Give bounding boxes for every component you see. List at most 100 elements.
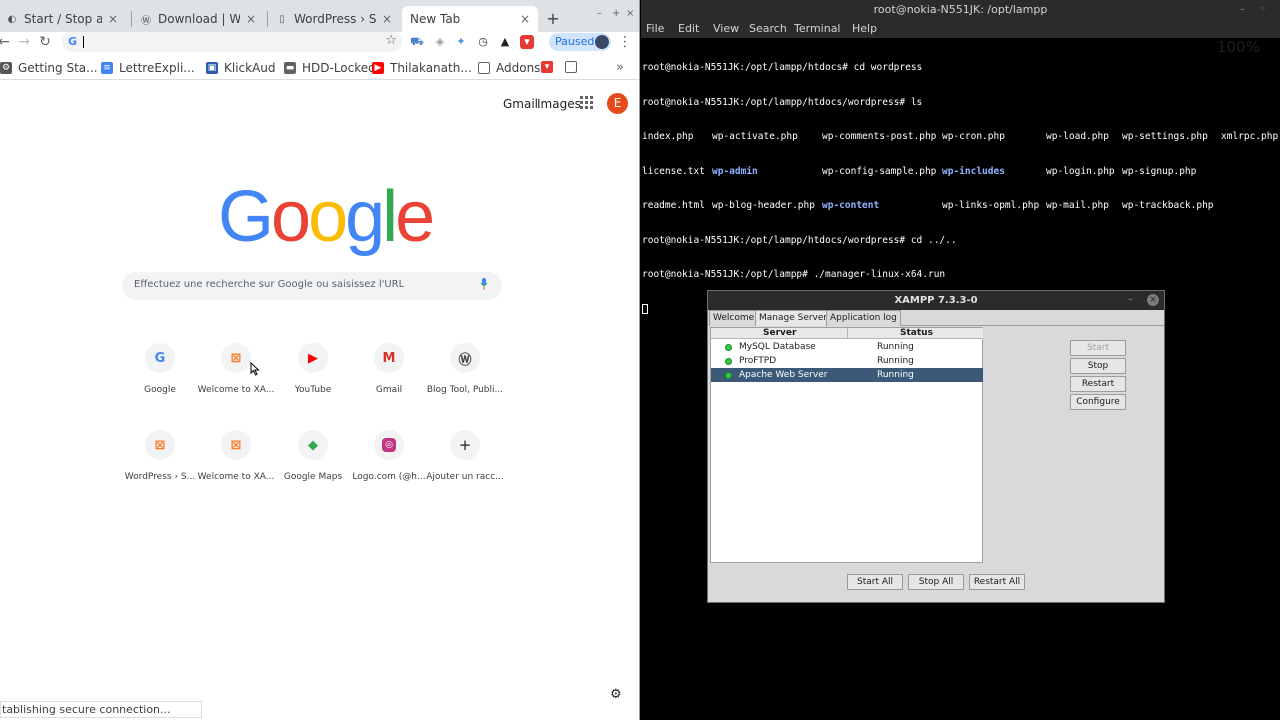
search-input[interactable]: Effectuez une recherche sur Google ou sa… (122, 272, 502, 300)
shortcut-welcome-xampp[interactable]: ⊠ Welcome to XA... (196, 337, 276, 417)
youtube-icon: ▶ (298, 343, 328, 373)
server-row-mysql[interactable]: MySQL Database Running (711, 340, 983, 354)
minimize-icon[interactable]: – (597, 8, 602, 19)
servers-table: Server Status MySQL Database Running Pro… (710, 327, 983, 563)
minimize-icon[interactable]: – (1128, 294, 1133, 305)
extension-clock-icon[interactable]: ◷ (476, 35, 490, 49)
back-arrow-icon[interactable]: ← (0, 34, 12, 50)
start-button[interactable]: Start (1070, 340, 1126, 356)
shortcut-logo-com[interactable]: ◎ Logo.com (@h... (349, 424, 429, 504)
stop-button[interactable]: Stop (1070, 358, 1126, 374)
pocket-icon: ▾ (541, 61, 553, 73)
reload-icon[interactable]: ↻ (37, 34, 53, 50)
add-shortcut-button[interactable]: + Ajouter un racc... (425, 424, 505, 504)
shortcut-google-maps[interactable]: ◆ Google Maps (273, 424, 353, 504)
extension-pocket-icon[interactable]: ▾ (520, 35, 534, 49)
extension-puzzle-icon[interactable]: ✦ (454, 35, 468, 49)
profile-avatar-icon (595, 35, 609, 49)
gmail-link[interactable]: Gmail (503, 97, 538, 111)
page-icon (478, 62, 490, 74)
menu-edit[interactable]: Edit (678, 22, 699, 35)
restart-all-button[interactable]: Restart All (969, 574, 1025, 590)
menu-view[interactable]: View (713, 22, 739, 35)
restart-button[interactable]: Restart (1070, 376, 1126, 392)
close-tab-icon[interactable]: × (380, 12, 394, 26)
close-tab-icon[interactable]: × (106, 12, 120, 26)
bookmark-getting-started[interactable]: ⚙ Getting Sta... (0, 61, 98, 75)
shortcut-google[interactable]: G Google (120, 337, 200, 417)
bookmark-thilakanath[interactable]: ▶ Thilakanath... (372, 61, 472, 75)
close-tab-icon[interactable]: × (244, 12, 258, 26)
account-avatar[interactable]: E (607, 93, 628, 114)
server-name: Apache Web Server (739, 370, 828, 380)
shortcut-gmail[interactable]: M Gmail (349, 337, 429, 417)
terminal-title: root@nokia-N551JK: /opt/lampp (641, 0, 1280, 20)
profile-paused-button[interactable]: Paused (549, 33, 611, 51)
server-row-apache[interactable]: Apache Web Server Running (711, 368, 983, 382)
tab-download-wordpress[interactable]: Ⓦ Download | Word × (134, 6, 264, 32)
mouse-cursor-icon (250, 362, 260, 376)
shortcut-blog-tool[interactable]: Ⓦ Blog Tool, Publi... (425, 337, 505, 417)
ls-entry: readme.html (642, 200, 705, 211)
ls-entry: wp-login.php (1046, 165, 1115, 177)
extension-cart-icon[interactable]: ⛟ (410, 35, 424, 49)
bookmark-label: Thilakanath... (390, 61, 472, 75)
extension-shield-icon[interactable]: ◈ (433, 35, 447, 49)
bookmark-lettre-explicative[interactable]: ≡ LettreExpli... (101, 61, 195, 75)
menu-kebab-icon[interactable]: ⋮ (618, 34, 632, 50)
forward-arrow-icon[interactable]: → (16, 34, 32, 50)
new-tab-button[interactable]: + (545, 9, 561, 28)
xampp-favicon-icon: ◐ (7, 13, 17, 25)
tab-application-log[interactable]: Application log (826, 310, 901, 326)
shortcut-wordpress-setup[interactable]: ⊠ WordPress › S... (120, 424, 200, 504)
tab-separator (267, 11, 268, 27)
menu-terminal[interactable]: Terminal (794, 22, 841, 35)
terminal-line: root@nokia-N551JK:/opt/lampp# ./manager-… (642, 269, 946, 280)
minimize-icon[interactable]: – (1240, 4, 1245, 15)
close-window-icon[interactable]: × (626, 8, 634, 19)
gear-icon[interactable]: ⚙ (610, 687, 622, 702)
maximize-icon[interactable]: ◦ (1260, 4, 1266, 15)
microphone-icon[interactable] (480, 278, 488, 290)
bookmark-pocket[interactable]: ▾ (541, 61, 559, 73)
extension-hat-icon[interactable]: ▲ (498, 35, 512, 49)
tab-new-tab[interactable]: New Tab × (402, 6, 538, 32)
bookmark-hdd-locked[interactable]: ▬ HDD-Locked (284, 61, 376, 75)
ls-entry: wp-cron.php (942, 131, 1005, 142)
maps-pin-icon: ◆ (298, 430, 328, 460)
shortcut-welcome-xampp-2[interactable]: ⊠ Welcome to XA... (196, 424, 276, 504)
ls-dir-entry: wp-admin (712, 165, 758, 177)
bookmark-klickaud[interactable]: ▣ KlickAud (206, 61, 276, 75)
gear-icon: ⚙ (0, 62, 12, 74)
maximize-icon[interactable]: + (612, 8, 620, 19)
bookmark-label: HDD-Locked (302, 61, 376, 75)
address-bar[interactable]: G ☆ (62, 32, 402, 52)
ls-entry: wp-links-opml.php (942, 200, 1040, 211)
menu-help[interactable]: Help (852, 22, 877, 35)
tab-xampp-start-stop[interactable]: ◐ Start / Stop an × (0, 6, 126, 32)
tab-welcome[interactable]: Welcome (709, 310, 759, 326)
page-icon (565, 61, 577, 73)
close-tab-icon[interactable]: × (518, 12, 532, 26)
images-link[interactable]: Images (537, 97, 581, 111)
chevron-more-icon[interactable]: » (616, 60, 624, 75)
bookmark-label: LettreExpli... (119, 61, 195, 75)
close-icon[interactable]: × (1147, 294, 1159, 306)
apps-grid-icon[interactable] (580, 96, 593, 109)
start-all-button[interactable]: Start All (847, 574, 903, 590)
menu-file[interactable]: File (646, 22, 664, 35)
shortcut-youtube[interactable]: ▶ YouTube (273, 337, 353, 417)
bookmark-addons[interactable]: Addons (478, 61, 540, 75)
bookmark-page[interactable] (565, 61, 583, 73)
tab-wordpress-setup[interactable]: ▯ WordPress › Set × (270, 6, 400, 32)
configure-button[interactable]: Configure (1070, 394, 1126, 410)
bookmark-star-icon[interactable]: ☆ (385, 33, 397, 48)
status-bubble: tablishing secure connection... (0, 701, 202, 718)
ls-entry: license.txt (642, 165, 705, 177)
server-name: ProFTPD (739, 356, 777, 366)
stop-all-button[interactable]: Stop All (908, 574, 964, 590)
tab-manage-servers[interactable]: Manage Servers (755, 310, 836, 326)
shortcut-label: YouTube (294, 385, 332, 395)
server-row-proftpd[interactable]: ProFTPD Running (711, 354, 983, 368)
menu-search[interactable]: Search (749, 22, 787, 35)
